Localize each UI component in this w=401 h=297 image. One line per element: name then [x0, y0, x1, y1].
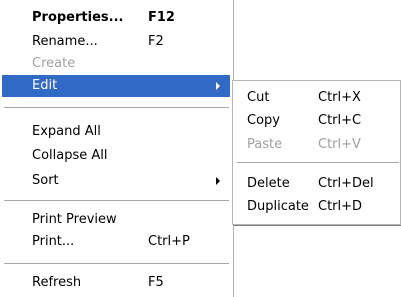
menu-item-label: Print Preview	[32, 212, 117, 227]
menu-item-print-preview[interactable]: Print Preview	[2, 209, 230, 231]
menu-item-label: Sort	[32, 173, 59, 188]
menu-item-label: Collapse All	[32, 148, 108, 163]
submenu-item-copy[interactable]: Copy Ctrl+C	[235, 110, 400, 132]
menu-item-shortcut: Ctrl+D	[318, 199, 363, 214]
edit-submenu: Cut Ctrl+X Copy Ctrl+C Paste Ctrl+V Dele…	[232, 80, 401, 225]
menu-item-shortcut: F5	[148, 275, 164, 290]
menu-item-collapse-all[interactable]: Collapse All	[2, 145, 230, 167]
menu-item-shortcut: Ctrl+P	[148, 234, 190, 249]
menu-item-properties[interactable]: Properties... F12	[2, 7, 230, 29]
menu-item-expand-all[interactable]: Expand All	[2, 121, 230, 143]
submenu-item-delete[interactable]: Delete Ctrl+Del	[235, 173, 400, 195]
menu-item-create: Create	[2, 53, 230, 75]
menu-item-shortcut: Ctrl+Del	[318, 176, 374, 191]
menu-separator	[4, 263, 229, 264]
menu-item-edit[interactable]: Edit	[2, 75, 230, 97]
menu-item-label: Edit	[32, 78, 58, 93]
menu-item-shortcut: F2	[148, 34, 164, 49]
menu-item-sort[interactable]: Sort	[2, 170, 230, 192]
menu-item-shortcut: Ctrl+V	[318, 137, 361, 152]
menu-item-shortcut: Ctrl+C	[318, 113, 362, 128]
menu-item-label: Refresh	[32, 275, 82, 290]
menu-item-label: Properties...	[32, 10, 124, 25]
menu-separator	[237, 162, 399, 163]
menu-item-label: Expand All	[32, 124, 101, 139]
menu-item-label: Print...	[32, 234, 75, 249]
menu-item-label: Paste	[247, 137, 283, 152]
submenu-item-cut[interactable]: Cut Ctrl+X	[235, 87, 400, 109]
menu-item-shortcut: F12	[148, 10, 175, 25]
context-menu: Properties... F12 Rename... F2 Create Ed…	[0, 0, 234, 297]
menu-item-label: Create	[32, 56, 76, 71]
submenu-item-paste: Paste Ctrl+V	[235, 134, 400, 156]
menu-item-rename[interactable]: Rename... F2	[2, 31, 230, 53]
menu-item-label: Duplicate	[247, 199, 309, 214]
submenu-arrow-icon	[216, 177, 220, 185]
menu-item-print[interactable]: Print... Ctrl+P	[2, 231, 230, 253]
menu-item-refresh[interactable]: Refresh F5	[2, 272, 230, 294]
menu-item-label: Cut	[247, 90, 270, 105]
menu-item-shortcut: Ctrl+X	[318, 90, 361, 105]
menu-item-label: Rename...	[32, 34, 98, 49]
submenu-item-duplicate[interactable]: Duplicate Ctrl+D	[235, 196, 400, 218]
menu-item-label: Delete	[247, 176, 290, 191]
menu-item-label: Copy	[247, 113, 280, 128]
menu-separator	[4, 200, 229, 201]
menu-separator	[4, 107, 229, 108]
submenu-arrow-icon	[216, 82, 220, 90]
